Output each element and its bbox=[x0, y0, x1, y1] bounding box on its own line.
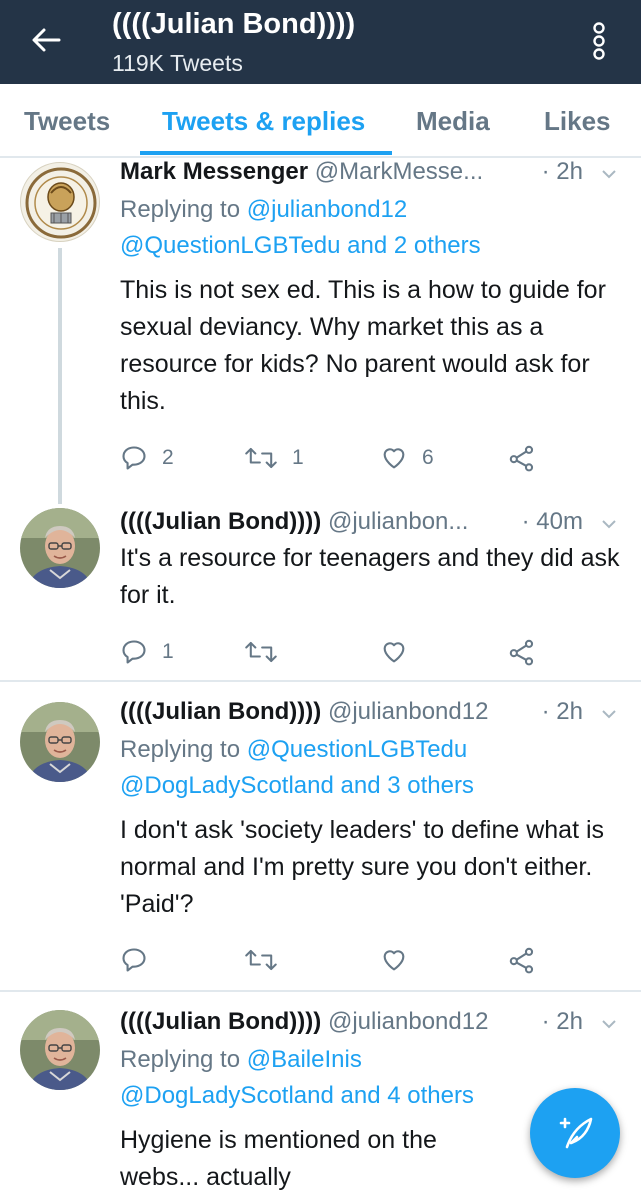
tweet-item[interactable]: ((((Julian Bond)))) @julianbond12 · 2h R… bbox=[0, 684, 641, 992]
author-handle[interactable]: @julianbond12 bbox=[328, 1008, 489, 1035]
profile-tabs: Tweets Tweets & replies Media Likes bbox=[0, 84, 641, 158]
reply-count: 1 bbox=[162, 640, 174, 663]
profile-photo-image bbox=[20, 1010, 100, 1090]
reply-mentions-more-link[interactable]: @DogLadyScotland and 3 others bbox=[120, 772, 621, 800]
reply-icon bbox=[122, 948, 146, 972]
more-vertical-icon bbox=[593, 22, 605, 60]
tweet-text: It's a resource for teenagers and they d… bbox=[120, 544, 620, 609]
replying-to-label: Replying to bbox=[120, 1046, 247, 1073]
overflow-menu-button[interactable] bbox=[575, 16, 623, 66]
chevron-down-icon[interactable] bbox=[597, 512, 621, 536]
reply-mentions-more-link[interactable]: @QuestionLGBTedu and 2 others bbox=[120, 232, 621, 260]
arrow-left-icon bbox=[32, 28, 61, 52]
author-handle[interactable]: @julianbond12 bbox=[328, 698, 489, 725]
replying-to: Replying to @QuestionLGBTedu bbox=[120, 736, 621, 764]
tab-tweets[interactable]: Tweets bbox=[24, 106, 110, 137]
tweet-item[interactable]: Mark Messenger @MarkMesse... · 2h Replyi… bbox=[0, 158, 641, 500]
retweet-button[interactable] bbox=[244, 632, 278, 672]
feather-icon bbox=[559, 1117, 593, 1149]
tweet-header: ((((Julian Bond)))) @julianbond12 · 2h bbox=[120, 698, 621, 732]
share-icon bbox=[509, 445, 534, 472]
crest-avatar-image bbox=[25, 167, 97, 239]
tab-media[interactable]: Media bbox=[416, 106, 490, 137]
profile-photo-image bbox=[20, 508, 100, 588]
share-button[interactable] bbox=[508, 632, 536, 672]
reply-mention-link[interactable]: @BaileInis bbox=[247, 1046, 362, 1073]
thread-connector-line bbox=[58, 498, 62, 504]
replying-to: Replying to @julianbond12 bbox=[120, 196, 621, 224]
tweet-actions: 2 1 6 bbox=[120, 438, 600, 478]
tweet-count: 119K Tweets bbox=[112, 50, 243, 76]
like-button[interactable] bbox=[380, 632, 408, 672]
tweet-time: · 40m bbox=[521, 508, 583, 535]
heart-icon bbox=[383, 950, 405, 971]
author-name[interactable]: ((((Julian Bond)))) bbox=[120, 698, 321, 725]
share-icon bbox=[509, 947, 534, 974]
compose-tweet-button[interactable] bbox=[530, 1088, 620, 1178]
reply-icon bbox=[122, 640, 146, 664]
like-count: 6 bbox=[422, 446, 434, 469]
tweet-actions bbox=[120, 940, 600, 980]
top-app-bar: ((((Julian Bond)))) 119K Tweets bbox=[0, 0, 641, 84]
share-icon bbox=[509, 639, 534, 666]
tweet-actions: 1 bbox=[120, 632, 600, 672]
heart-icon bbox=[383, 448, 405, 469]
tweet-time: · 2h bbox=[541, 1008, 583, 1035]
avatar[interactable] bbox=[20, 702, 100, 782]
retweet-icon bbox=[245, 949, 277, 971]
tweet-text: Hygiene is mentioned on the webs... actu… bbox=[120, 1126, 437, 1191]
retweet-count: 1 bbox=[292, 446, 304, 469]
retweet-icon bbox=[245, 641, 277, 663]
back-button[interactable] bbox=[22, 18, 70, 62]
like-button[interactable]: 6 bbox=[380, 438, 434, 478]
reply-count: 2 bbox=[162, 446, 174, 469]
avatar[interactable] bbox=[20, 162, 100, 242]
author-name[interactable]: ((((Julian Bond)))) bbox=[120, 1008, 321, 1035]
retweet-button[interactable] bbox=[244, 940, 278, 980]
active-tab-indicator bbox=[140, 151, 392, 155]
replying-to-label: Replying to bbox=[120, 736, 247, 763]
tweet-header: ((((Julian Bond)))) @julianbon... · 40m bbox=[120, 508, 621, 542]
author-handle[interactable]: @MarkMesse... bbox=[315, 158, 483, 185]
tweet-header: ((((Julian Bond)))) @julianbond12 · 2h bbox=[120, 1008, 621, 1042]
reply-button[interactable] bbox=[120, 940, 148, 980]
reply-button[interactable]: 2 bbox=[120, 438, 174, 478]
author-name[interactable]: Mark Messenger bbox=[120, 158, 308, 185]
replying-to: Replying to @BaileInis bbox=[120, 1046, 621, 1074]
chevron-down-icon[interactable] bbox=[597, 162, 621, 186]
avatar[interactable] bbox=[20, 508, 100, 588]
share-button[interactable] bbox=[508, 940, 536, 980]
profile-photo-image bbox=[20, 702, 100, 782]
reply-button[interactable]: 1 bbox=[120, 632, 174, 672]
retweet-button[interactable]: 1 bbox=[244, 438, 304, 478]
like-button[interactable] bbox=[380, 940, 408, 980]
tweet-item[interactable]: ((((Julian Bond)))) @julianbond12 · 2h R… bbox=[0, 994, 641, 1200]
heart-icon bbox=[383, 642, 405, 663]
reply-icon bbox=[122, 446, 146, 470]
retweet-icon bbox=[245, 447, 277, 469]
tweet-text: I don't ask 'society leaders' to define … bbox=[120, 816, 605, 918]
author-handle[interactable]: @julianbon... bbox=[328, 508, 468, 535]
reply-mention-link[interactable]: @QuestionLGBTedu bbox=[247, 736, 468, 763]
tab-likes[interactable]: Likes bbox=[544, 106, 611, 137]
tweet-item[interactable]: ((((Julian Bond)))) @julianbon... · 40m … bbox=[0, 498, 641, 682]
tweet-time: · 2h bbox=[541, 158, 583, 185]
tab-tweets-and-replies[interactable]: Tweets & replies bbox=[162, 106, 365, 137]
replying-to-label: Replying to bbox=[120, 196, 247, 223]
chevron-down-icon[interactable] bbox=[597, 702, 621, 726]
profile-name-title: ((((Julian Bond)))) bbox=[112, 8, 356, 40]
chevron-down-icon[interactable] bbox=[597, 1012, 621, 1036]
thread-connector-line bbox=[58, 248, 62, 500]
avatar[interactable] bbox=[20, 1010, 100, 1090]
tweet-time: · 2h bbox=[541, 698, 583, 725]
reply-mention-link[interactable]: @julianbond12 bbox=[247, 196, 408, 223]
share-button[interactable] bbox=[508, 438, 536, 478]
tweet-header: Mark Messenger @MarkMesse... · 2h bbox=[120, 158, 621, 192]
author-name[interactable]: ((((Julian Bond)))) bbox=[120, 508, 321, 535]
tweet-text: This is not sex ed. This is a how to gui… bbox=[120, 276, 606, 415]
